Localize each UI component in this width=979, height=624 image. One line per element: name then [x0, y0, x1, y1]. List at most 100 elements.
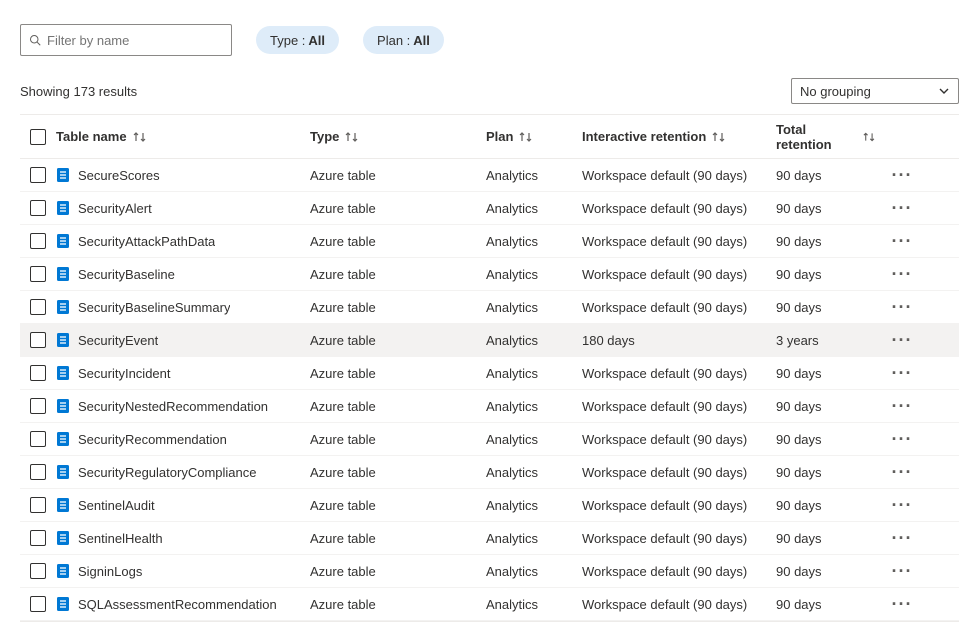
row-type: Azure table	[310, 267, 486, 282]
table-row[interactable]: SQLAssessmentRecommendationAzure tableAn…	[20, 588, 959, 621]
col-label-plan: Plan	[486, 129, 513, 144]
table-icon	[56, 563, 70, 579]
row-checkbox[interactable]	[30, 365, 46, 381]
table-row[interactable]: SecurityEventAzure tableAnalytics180 day…	[20, 324, 959, 357]
col-header-type[interactable]: Type	[310, 129, 486, 144]
table-icon	[56, 431, 70, 447]
filter-input[interactable]	[47, 33, 223, 48]
name-cell[interactable]: SecureScores	[56, 167, 310, 183]
name-cell[interactable]: SecurityBaselineSummary	[56, 299, 310, 315]
name-cell[interactable]: SecurityBaseline	[56, 266, 310, 282]
row-checkbox[interactable]	[30, 299, 46, 315]
table-row[interactable]: SecureScoresAzure tableAnalyticsWorkspac…	[20, 159, 959, 192]
plan-filter-pill[interactable]: Plan : All	[363, 26, 444, 54]
row-interactive: Workspace default (90 days)	[582, 399, 776, 414]
table-icon	[56, 530, 70, 546]
row-interactive: Workspace default (90 days)	[582, 432, 776, 447]
table-row[interactable]: SentinelAuditAzure tableAnalyticsWorkspa…	[20, 489, 959, 522]
type-filter-pill[interactable]: Type : All	[256, 26, 339, 54]
name-cell[interactable]: SentinelHealth	[56, 530, 310, 546]
row-interactive: Workspace default (90 days)	[582, 564, 776, 579]
plan-pill-value: All	[413, 33, 430, 48]
sort-icon	[712, 131, 726, 143]
row-interactive: Workspace default (90 days)	[582, 234, 776, 249]
table-row[interactable]: SecurityBaselineSummaryAzure tableAnalyt…	[20, 291, 959, 324]
name-cell[interactable]: SecurityAlert	[56, 200, 310, 216]
row-checkbox[interactable]	[30, 266, 46, 282]
name-cell[interactable]: SecurityRecommendation	[56, 431, 310, 447]
chevron-down-icon	[938, 85, 950, 97]
table-icon	[56, 596, 70, 612]
row-actions-menu[interactable]: ···	[876, 297, 928, 318]
row-plan: Analytics	[486, 432, 582, 447]
grouping-dropdown[interactable]: No grouping	[791, 78, 959, 104]
table-row[interactable]: SigninLogsAzure tableAnalyticsWorkspace …	[20, 555, 959, 588]
row-checkbox[interactable]	[30, 332, 46, 348]
row-checkbox[interactable]	[30, 530, 46, 546]
row-total: 90 days	[776, 234, 876, 249]
more-icon: ···	[892, 528, 913, 549]
row-total: 90 days	[776, 597, 876, 612]
table-row[interactable]: SecurityAttackPathDataAzure tableAnalyti…	[20, 225, 959, 258]
col-label-type: Type	[310, 129, 339, 144]
table-row[interactable]: SecurityNestedRecommendationAzure tableA…	[20, 390, 959, 423]
row-actions-menu[interactable]: ···	[876, 330, 928, 351]
row-checkbox[interactable]	[30, 167, 46, 183]
filter-input-wrap[interactable]	[20, 24, 232, 56]
row-checkbox[interactable]	[30, 596, 46, 612]
table-row[interactable]: SentinelHealthAzure tableAnalyticsWorksp…	[20, 522, 959, 555]
row-checkbox[interactable]	[30, 233, 46, 249]
name-cell[interactable]: SQLAssessmentRecommendation	[56, 596, 310, 612]
table-row[interactable]: SecurityRecommendationAzure tableAnalyti…	[20, 423, 959, 456]
row-plan: Analytics	[486, 366, 582, 381]
row-checkbox[interactable]	[30, 200, 46, 216]
row-actions-menu[interactable]: ···	[876, 495, 928, 516]
name-cell[interactable]: SigninLogs	[56, 563, 310, 579]
row-actions-menu[interactable]: ···	[876, 462, 928, 483]
row-plan: Analytics	[486, 201, 582, 216]
row-name: SecurityNestedRecommendation	[78, 399, 268, 414]
name-cell[interactable]: SecurityRegulatoryCompliance	[56, 464, 310, 480]
row-actions-menu[interactable]: ···	[876, 165, 928, 186]
table-row[interactable]: SecurityBaselineAzure tableAnalyticsWork…	[20, 258, 959, 291]
table-row[interactable]: SecurityRegulatoryComplianceAzure tableA…	[20, 456, 959, 489]
select-all-checkbox[interactable]	[30, 129, 46, 145]
col-header-plan[interactable]: Plan	[486, 129, 582, 144]
row-actions-menu[interactable]: ···	[876, 429, 928, 450]
row-actions-menu[interactable]: ···	[876, 363, 928, 384]
type-pill-value: All	[308, 33, 325, 48]
col-header-interactive[interactable]: Interactive retention	[582, 129, 776, 144]
sort-icon	[133, 131, 147, 143]
row-name: SecurityBaselineSummary	[78, 300, 230, 315]
row-actions-menu[interactable]: ···	[876, 396, 928, 417]
row-checkbox[interactable]	[30, 398, 46, 414]
row-interactive: Workspace default (90 days)	[582, 267, 776, 282]
row-actions-menu[interactable]: ···	[876, 264, 928, 285]
row-actions-menu[interactable]: ···	[876, 528, 928, 549]
name-cell[interactable]: SecurityNestedRecommendation	[56, 398, 310, 414]
col-header-name[interactable]: Table name	[56, 129, 310, 144]
col-label-interactive: Interactive retention	[582, 129, 706, 144]
row-checkbox[interactable]	[30, 431, 46, 447]
name-cell[interactable]: SentinelAudit	[56, 497, 310, 513]
name-cell[interactable]: SecurityEvent	[56, 332, 310, 348]
more-icon: ···	[892, 165, 913, 186]
row-actions-menu[interactable]: ···	[876, 594, 928, 615]
row-actions-menu[interactable]: ···	[876, 231, 928, 252]
table-row[interactable]: SecurityAlertAzure tableAnalyticsWorkspa…	[20, 192, 959, 225]
col-header-total[interactable]: Total retention	[776, 122, 876, 152]
row-checkbox[interactable]	[30, 563, 46, 579]
row-actions-menu[interactable]: ···	[876, 561, 928, 582]
table-row[interactable]: SecurityIncidentAzure tableAnalyticsWork…	[20, 357, 959, 390]
row-total: 90 days	[776, 168, 876, 183]
row-checkbox[interactable]	[30, 464, 46, 480]
row-name: SigninLogs	[78, 564, 142, 579]
row-total: 90 days	[776, 432, 876, 447]
row-actions-menu[interactable]: ···	[876, 198, 928, 219]
row-checkbox[interactable]	[30, 497, 46, 513]
name-cell[interactable]: SecurityIncident	[56, 365, 310, 381]
table-body[interactable]: SecureScoresAzure tableAnalyticsWorkspac…	[20, 159, 959, 621]
name-cell[interactable]: SecurityAttackPathData	[56, 233, 310, 249]
sort-icon	[519, 131, 533, 143]
row-plan: Analytics	[486, 597, 582, 612]
